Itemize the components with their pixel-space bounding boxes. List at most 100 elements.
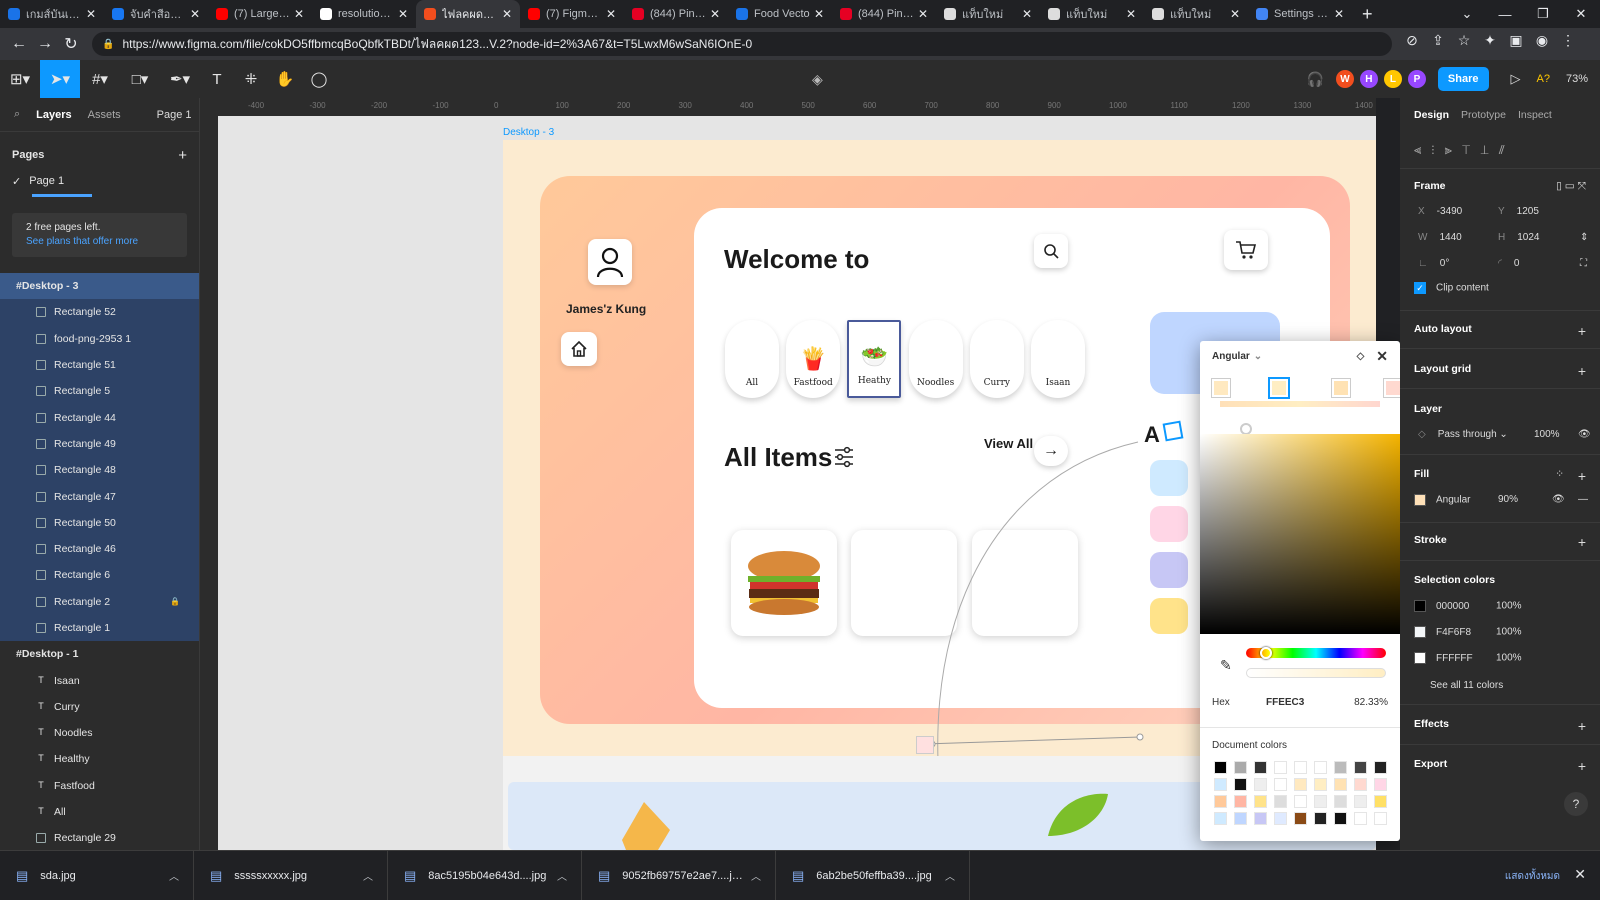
forward-icon[interactable]: → [32,35,58,53]
browser-tab[interactable]: resolution b ✕ [312,0,416,28]
layer-frame[interactable]: # Desktop - 3 [0,273,199,300]
add-stroke-icon[interactable]: + [1578,534,1586,550]
fill-visibility-icon[interactable]: 👁 [1552,494,1565,505]
document-color-swatch[interactable] [1234,778,1247,791]
document-color-swatch[interactable] [1294,812,1307,825]
close-tab-icon[interactable]: ✕ [398,7,408,21]
font-icon[interactable]: A? [1537,73,1550,85]
document-color-swatch[interactable] [1354,795,1367,808]
item-card[interactable] [731,530,837,636]
move-tool-icon[interactable]: ➤▾ [40,60,80,98]
chevron-up-icon[interactable]: ︿ [363,868,373,883]
add-fill-icon[interactable]: + [1578,468,1586,484]
saturation-value-area[interactable] [1200,434,1400,634]
document-color-swatch[interactable] [1334,778,1347,791]
alignment-icons[interactable]: ⫷⫶⫸⊤⊥⫽ [1414,142,1586,158]
fill-row[interactable]: Angular [1414,494,1470,506]
document-colors-dropdown[interactable]: Document colors [1212,740,1287,751]
see-all-colors-link[interactable]: See all 11 colors [1430,680,1503,691]
page-item[interactable]: ✓ Page 1 [12,168,187,194]
document-color-swatch[interactable] [1234,761,1247,774]
add-page-icon[interactable]: + [178,147,187,164]
close-tab-icon[interactable]: ✕ [190,7,200,21]
tab-inspect[interactable]: Inspect [1518,109,1552,121]
tab-search-icon[interactable]: ⌄ [1448,6,1486,22]
document-color-swatch[interactable] [1334,812,1347,825]
document-color-swatch[interactable] [1254,812,1267,825]
browser-tab[interactable]: Food Vecto ✕ [728,0,832,28]
search-button[interactable] [1034,234,1068,268]
gradient-stop[interactable] [1212,379,1230,397]
category-pill[interactable]: 🥗 Heathy [847,320,902,398]
document-color-swatch[interactable] [1294,761,1307,774]
hand-tool-icon[interactable]: ✋ [268,60,302,98]
layer-item[interactable]: T All [0,799,199,825]
browser-tab[interactable]: ไฟลคผด123... ✕ [416,0,520,28]
style-grid-icon[interactable]: ⁘ [1555,468,1564,480]
document-color-swatch[interactable] [1274,812,1287,825]
maximize-button[interactable]: ❐ [1524,6,1562,22]
minimize-button[interactable]: — [1486,7,1524,22]
download-item[interactable]: ▤ sda.jpg ︿ [0,850,194,900]
profile-icon[interactable]: ◉ [1532,32,1552,49]
download-item[interactable]: ▤ 6ab2be50feffba39....jpg ︿ [776,850,970,900]
text-tool-icon[interactable]: T [200,60,234,98]
home-button[interactable] [561,332,597,366]
headphones-icon[interactable]: 🎧 [1306,71,1323,88]
opacity-input[interactable]: 82.33% [1354,697,1388,708]
document-color-swatch[interactable] [1354,761,1367,774]
y-field[interactable]: Y 1205 [1498,206,1539,217]
document-color-swatch[interactable] [1314,761,1327,774]
frame-title[interactable]: Frame [1414,180,1446,192]
hex-input[interactable]: FFEEC3 [1266,697,1354,708]
help-icon[interactable]: ? [1564,792,1588,816]
layer-item[interactable]: Rectangle 48 [0,457,199,484]
browser-tab[interactable]: (844) Pinter ✕ [624,0,728,28]
tab-layers[interactable]: Layers [36,109,71,121]
browser-tab[interactable]: (844) Pinter ✕ [832,0,936,28]
browser-tab[interactable]: (7) Large Ne ✕ [208,0,312,28]
layer-item[interactable]: T Curry [0,694,199,720]
pen-tool-icon[interactable]: ✒▾ [160,60,200,98]
document-color-swatch[interactable] [1374,778,1387,791]
category-pill[interactable]: Isaan [1031,320,1085,398]
cart-button[interactable] [1224,230,1268,270]
collaborator-avatar[interactable]: W [1335,70,1354,88]
layer-item[interactable]: T Fastfood [0,773,199,799]
document-color-swatch[interactable] [1234,812,1247,825]
document-color-swatch[interactable] [1254,761,1267,774]
layer-item[interactable]: Rectangle 47 [0,483,199,510]
layer-item[interactable]: T Noodles [0,720,199,746]
browser-tab[interactable]: (7) Figma W ✕ [520,0,624,28]
tab-design[interactable]: Design [1414,109,1449,121]
gradient-stop[interactable] [1332,379,1350,397]
document-color-swatch[interactable] [1274,778,1287,791]
document-color-swatch[interactable] [1294,778,1307,791]
close-downloads-icon[interactable]: ✕ [1574,866,1586,883]
layer-item[interactable]: T Healthy [0,746,199,772]
component-icon[interactable]: ◈ [812,71,823,88]
layer-item[interactable]: Rectangle 46 [0,535,199,563]
eyedropper-icon[interactable]: ✎ [1220,657,1232,674]
constrain-proportions-icon[interactable]: ⇕ [1580,232,1588,243]
chevron-up-icon[interactable]: ︿ [751,868,761,883]
close-tab-icon[interactable]: ✕ [1334,7,1344,21]
layer-item[interactable]: food-png-2953 1 [0,325,199,352]
chevron-up-icon[interactable]: ︿ [945,868,955,883]
browser-tab[interactable]: แท็บใหม่ ✕ [1040,0,1144,28]
main-menu-icon[interactable]: ⊞▾ [0,60,40,98]
page-selector[interactable]: Page 1 [157,109,192,121]
add-layout-grid-icon[interactable]: + [1578,363,1586,379]
url-field[interactable]: 🔒 https://www.figma.com/file/cokDO5ffbmc… [92,32,1392,56]
document-color-swatch[interactable] [1214,778,1227,791]
category-pill[interactable]: Curry [969,320,1024,398]
document-color-swatch[interactable] [1374,795,1387,808]
show-all-downloads-link[interactable]: แสดงทั้งหมด [1505,869,1560,884]
user-avatar[interactable] [588,239,632,285]
eye-off-icon[interactable]: ⊘ [1402,32,1422,49]
close-window-button[interactable]: ✕ [1562,6,1600,22]
close-tab-icon[interactable]: ✕ [814,7,824,21]
browser-tab[interactable]: แท็บใหม่ ✕ [1144,0,1248,28]
collaborator-avatar[interactable]: P [1407,70,1426,88]
close-tab-icon[interactable]: ✕ [1022,7,1032,21]
